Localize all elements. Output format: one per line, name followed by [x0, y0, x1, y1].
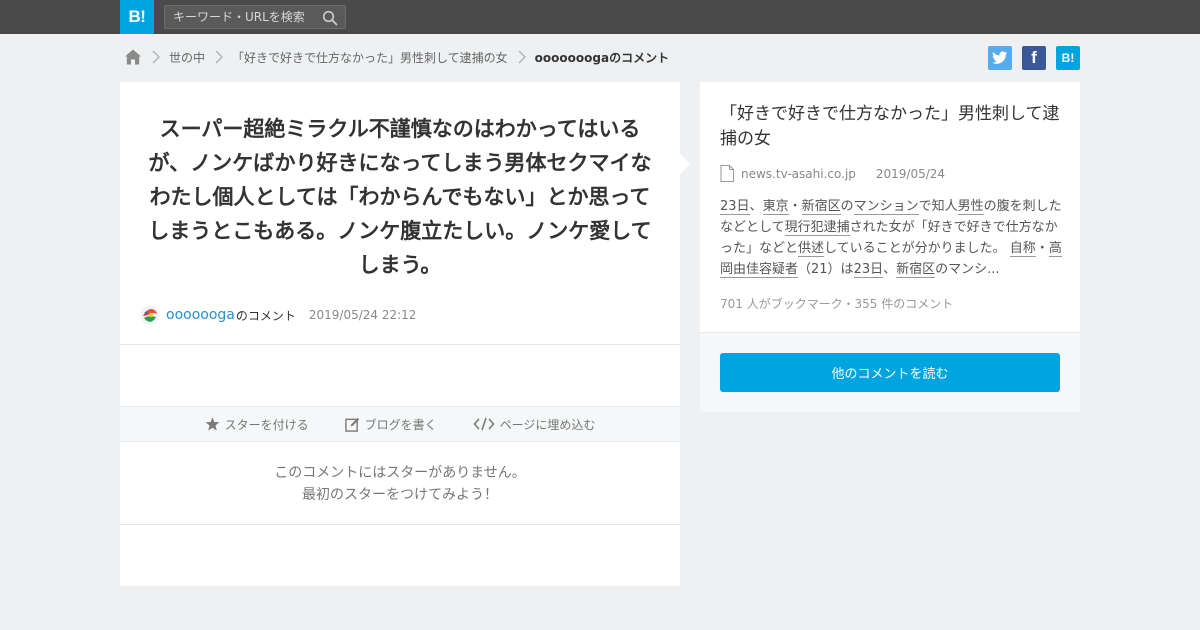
action-bar: スターを付ける ブログを書く ページに埋め込む	[120, 406, 680, 442]
entry-summary: 23日、東京・新宿区のマンションで知人男性の腹を刺したなどとして現行犯逮捕された…	[720, 196, 1062, 280]
search-icon[interactable]	[322, 10, 338, 26]
divider	[120, 344, 680, 345]
entry-meta: news.tv-asahi.co.jp 2019/05/24	[720, 165, 945, 182]
twitter-icon	[992, 51, 1008, 64]
keyword-link[interactable]: 自称	[1009, 241, 1036, 257]
summary-text: のマンシ...	[935, 262, 1000, 277]
summary-text: 、	[749, 199, 763, 214]
chevron-right-icon	[152, 50, 161, 64]
keyword-link[interactable]: 供述	[798, 241, 825, 257]
summary-text: （21）は	[798, 262, 854, 277]
keyword-link[interactable]: 23日	[853, 262, 884, 278]
summary-text: で知人	[918, 199, 958, 214]
no-star-line-1: このコメントにはスターがありません。	[274, 465, 526, 481]
avatar[interactable]	[140, 305, 160, 325]
keyword-link[interactable]: 現行犯逮捕	[784, 220, 850, 236]
comment-card: スーパー超絶ミラクル不謹慎なのはわかってはいるが、ノンケばかり好きになってしまう…	[120, 82, 680, 586]
summary-text: 、	[883, 262, 897, 277]
edit-icon	[344, 417, 359, 432]
document-icon	[720, 165, 734, 182]
keyword-link[interactable]: 23日	[720, 199, 750, 215]
summary-text: ・	[788, 199, 802, 214]
write-blog-label: ブログを書く	[364, 417, 437, 432]
hatena-icon: B!	[1061, 51, 1075, 65]
chevron-right-icon	[215, 50, 224, 64]
top-bar: B!	[0, 0, 1200, 34]
star-icon	[205, 417, 219, 431]
keyword-link[interactable]: 新宿区	[801, 199, 841, 215]
divider	[120, 524, 680, 525]
add-star-button[interactable]: スターを付ける	[205, 416, 309, 433]
write-blog-button[interactable]: ブログを書く	[344, 416, 437, 433]
add-star-label: スターを付ける	[224, 417, 309, 432]
summary-text: していることが分かりました。	[824, 241, 1010, 256]
card-pointer-arrow	[680, 154, 690, 174]
bookmark-count[interactable]: 701 人がブックマーク・355 件のコメント	[720, 295, 953, 312]
embed-label: ページに埋め込む	[499, 417, 596, 432]
breadcrumb: 世の中 「好きで好きで仕方なかった」男性刺して逮捕の女 ooooooogaのコメ…	[124, 46, 669, 68]
keyword-link[interactable]: マンション	[853, 199, 919, 215]
hatena-logo[interactable]: B!	[120, 0, 154, 34]
read-comments-panel: 他のコメントを読む	[700, 332, 1080, 412]
breadcrumb-category[interactable]: 世の中	[169, 49, 205, 66]
no-star-line-2: 最初のスターをつけてみよう！	[302, 487, 498, 503]
summary-text: の	[840, 199, 854, 214]
entry-date: 2019/05/24	[875, 166, 946, 181]
author-name-link[interactable]: ooooooga	[166, 307, 235, 323]
entry-title-link[interactable]: 「好きで好きで仕方なかった」男性刺して逮捕の女	[720, 102, 1065, 152]
embed-button[interactable]: ページに埋め込む	[473, 416, 596, 433]
no-star-message: このコメントにはスターがありません。 最初のスターをつけてみよう！	[120, 462, 680, 506]
search-input[interactable]	[165, 6, 315, 28]
code-icon	[473, 417, 495, 431]
twitter-share-button[interactable]	[988, 46, 1012, 70]
entry-domain[interactable]: news.tv-asahi.co.jp	[741, 167, 856, 181]
comment-author-row: ooooooga のコメント 2019/05/24 22:12	[140, 304, 416, 326]
comment-date[interactable]: 2019/05/24 22:12	[309, 308, 417, 322]
keyword-link[interactable]: 男性	[957, 199, 984, 215]
read-other-comments-button[interactable]: 他のコメントを読む	[720, 353, 1060, 392]
facebook-icon: f	[1031, 48, 1037, 67]
entry-card: 「好きで好きで仕方なかった」男性刺して逮捕の女 news.tv-asahi.co…	[700, 82, 1080, 332]
hatena-bookmark-button[interactable]: B!	[1056, 46, 1080, 70]
chevron-right-icon	[518, 50, 526, 64]
search-box	[164, 5, 346, 29]
breadcrumb-entry[interactable]: 「好きで好きで仕方なかった」男性刺して逮捕の女	[232, 49, 508, 66]
keyword-link[interactable]: 東京	[762, 199, 789, 215]
author-suffix: のコメント	[235, 308, 296, 323]
facebook-share-button[interactable]: f	[1022, 46, 1046, 70]
breadcrumb-current: ooooooogaのコメント	[534, 50, 670, 65]
summary-text: ・	[1035, 241, 1049, 256]
home-icon[interactable]	[124, 48, 142, 66]
keyword-link[interactable]: 新宿区	[896, 262, 936, 278]
comment-text: スーパー超絶ミラクル不謹慎なのはわかってはいるが、ノンケばかり好きになってしまう…	[148, 117, 652, 277]
